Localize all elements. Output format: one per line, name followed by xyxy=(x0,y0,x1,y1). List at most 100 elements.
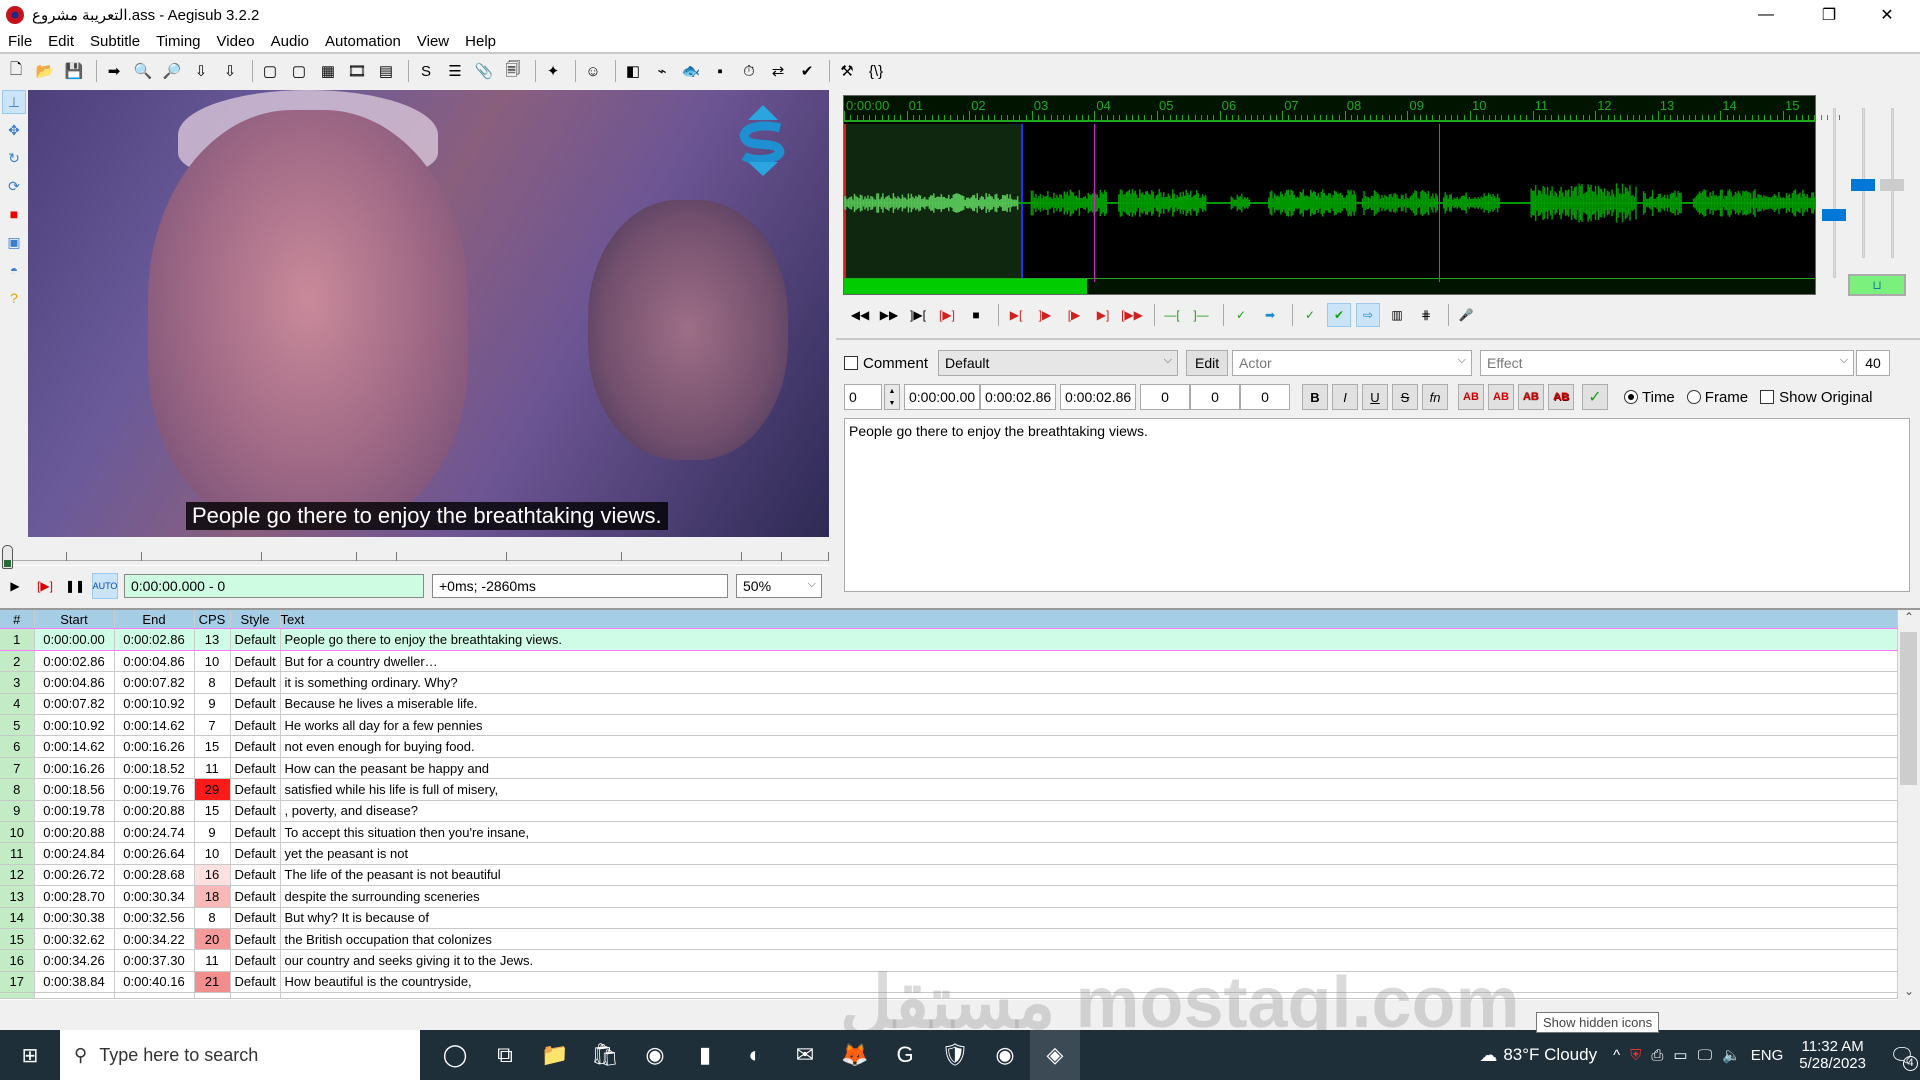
scroll-down-icon[interactable]: ⌄ xyxy=(1898,984,1920,998)
seek-track[interactable] xyxy=(6,552,829,566)
column-header-number[interactable]: # xyxy=(0,610,35,629)
menu-automation[interactable]: Automation xyxy=(317,33,409,50)
attachments-icon[interactable]: 📎 xyxy=(472,59,496,83)
autoscroll-video-button[interactable]: AUTO xyxy=(92,573,118,599)
jump-to-icon[interactable]: ➡ xyxy=(102,59,126,83)
spectrum-icon[interactable]: ▥ xyxy=(1385,303,1409,327)
assistant-icon[interactable]: ☺ xyxy=(581,59,605,83)
taskbar-search[interactable]: ⚲ Type here to search xyxy=(60,1030,420,1080)
slider-thumb[interactable] xyxy=(1880,179,1904,191)
chrome-icon[interactable]: ◉ xyxy=(630,1030,680,1080)
notifications-button[interactable]: 🗨 4 xyxy=(1884,1037,1920,1073)
video-details-icon[interactable]: ▦ xyxy=(316,59,340,83)
style-select[interactable]: Default ⌵ xyxy=(938,350,1179,376)
video-zoom-select[interactable]: 50% ⌵ xyxy=(736,574,822,598)
vertical-zoom-slider[interactable] xyxy=(1851,108,1875,258)
effect-field[interactable]: Effect ⌵ xyxy=(1480,350,1855,376)
audio-scrollbar-thumb[interactable] xyxy=(844,279,1088,294)
margin-left-field[interactable]: 0 xyxy=(1140,384,1190,410)
file-explorer-icon[interactable]: 📁 xyxy=(530,1030,580,1080)
network-icon[interactable]: 🖵 xyxy=(1698,1047,1712,1064)
menu-audio[interactable]: Audio xyxy=(263,33,317,50)
menu-help[interactable]: Help xyxy=(457,33,504,50)
karaoke-icon[interactable]: 🎤 xyxy=(1454,303,1478,327)
restore-button[interactable]: ❐ xyxy=(1800,0,1858,30)
help-icon[interactable]: ? xyxy=(2,286,26,310)
subtitle-text-editor[interactable]: People go there to enjoy the breathtakin… xyxy=(844,418,1910,592)
comment-checkbox[interactable] xyxy=(844,356,858,370)
automation-icon[interactable]: ✦ xyxy=(541,59,565,83)
play-line-button[interactable]: [▶] xyxy=(30,575,60,597)
play-to-end-icon[interactable]: [▶▶ xyxy=(1120,303,1144,327)
table-row[interactable]: 5 0:00:10.92 0:00:14.62 7 Default He works al… xyxy=(0,714,1898,737)
menu-subtitle[interactable]: Subtitle xyxy=(82,33,148,50)
vector-clip-tool-icon[interactable]: ◓ xyxy=(2,258,26,282)
layer-field[interactable]: 0 xyxy=(844,384,882,410)
video-keyframes-icon[interactable]: ⋕ xyxy=(1414,303,1438,327)
play-before-start-icon[interactable]: ▶[ xyxy=(1004,303,1028,327)
start-time-field[interactable]: 0:00:00.00 xyxy=(904,384,980,410)
strikeout-button[interactable]: S xyxy=(1392,384,1418,410)
play-button[interactable]: ▶ xyxy=(4,575,26,597)
table-row[interactable]: 2 0:00:02.86 0:00:04.86 10 Default But for a … xyxy=(0,650,1898,673)
scroll-up-icon[interactable]: ⌃ xyxy=(1898,610,1920,624)
video-seek-bar[interactable] xyxy=(0,542,830,572)
select-icon[interactable]: ▪ xyxy=(708,59,732,83)
commit-icon[interactable]: ✓ xyxy=(1229,303,1253,327)
standard-tool-icon[interactable]: ⊥ xyxy=(2,90,26,114)
start-button[interactable]: ⊞ xyxy=(0,1030,60,1080)
grid-scrollbar-thumb[interactable] xyxy=(1900,632,1917,785)
slider-thumb[interactable] xyxy=(1851,179,1875,191)
menu-timing[interactable]: Timing xyxy=(148,33,208,50)
chrome-2-icon[interactable]: ◉ xyxy=(980,1030,1030,1080)
film-icon[interactable]: 🎞 xyxy=(345,59,369,83)
table-row[interactable]: 6 0:00:14.62 0:00:16.26 15 Default not even e… xyxy=(0,735,1898,758)
styles-manager-icon[interactable]: S xyxy=(414,59,438,83)
table-row[interactable]: 12 0:00:26.72 0:00:28.68 16 Default The life … xyxy=(0,864,1898,887)
column-header-cps[interactable]: CPS xyxy=(194,610,231,629)
actor-field[interactable]: Actor ⌵ xyxy=(1232,350,1473,376)
video-display[interactable]: People go there to enjoy the breathtakin… xyxy=(28,90,829,537)
lead-in-icon[interactable]: —[ xyxy=(1160,303,1184,327)
menu-view[interactable]: View xyxy=(409,33,457,50)
task-view-icon[interactable]: ⧉ xyxy=(480,1030,530,1080)
time-radio[interactable] xyxy=(1624,390,1638,404)
secondary-color-button[interactable]: AB xyxy=(1488,384,1514,410)
rotate-z-tool-icon[interactable]: ↻ xyxy=(2,146,26,170)
shadow-color-button[interactable]: AB xyxy=(1548,384,1574,410)
meet-now-icon[interactable]: ⎙ xyxy=(1651,1047,1663,1064)
primary-color-button[interactable]: AB xyxy=(1458,384,1484,410)
menu-file[interactable]: File xyxy=(0,33,40,50)
volume-slider[interactable] xyxy=(1880,108,1904,258)
fonts-collector-icon[interactable]: 🗐 xyxy=(501,59,525,83)
options-icon[interactable]: ⚒ xyxy=(835,59,859,83)
clip-tool-icon[interactable]: ▣ xyxy=(2,230,26,254)
translation-icon[interactable]: ⇄ xyxy=(766,59,790,83)
slider-thumb[interactable] xyxy=(1822,209,1846,221)
snap-end-icon[interactable]: ▢ xyxy=(287,59,311,83)
set-end-video-icon[interactable]: ⇩ xyxy=(218,59,242,83)
kanji-timer-icon[interactable]: 🐟 xyxy=(679,59,703,83)
table-row[interactable]: 9 0:00:19.78 0:00:20.88 15 Default, poverty,… xyxy=(0,800,1898,823)
table-row[interactable]: 7 0:00:16.26 0:00:18.52 11 Default How can th… xyxy=(0,757,1898,780)
auto-next-icon[interactable]: ✔ xyxy=(1327,303,1351,327)
office-icon[interactable]: ▮ xyxy=(680,1030,730,1080)
menu-video[interactable]: Video xyxy=(209,33,263,50)
audio-scrollbar[interactable] xyxy=(844,278,1815,294)
stop-icon[interactable]: ■ xyxy=(964,303,988,327)
aegisub-icon[interactable]: ◈ xyxy=(1030,1030,1080,1080)
margin-right-field[interactable]: 0 xyxy=(1190,384,1240,410)
commit-button[interactable]: ✓ xyxy=(1582,384,1608,410)
play-line-icon[interactable]: [▶] xyxy=(935,303,959,327)
rotate-xy-tool-icon[interactable]: ⟳ xyxy=(2,174,26,198)
play-after-end-icon[interactable]: ▶] xyxy=(1091,303,1115,327)
spellcheck-icon[interactable]: ✔ xyxy=(795,59,819,83)
table-row[interactable]: 4 0:00:07.82 0:00:10.92 9 Default Because he … xyxy=(0,693,1898,716)
resample-icon[interactable]: ◧ xyxy=(621,59,645,83)
bold-button[interactable]: B xyxy=(1302,384,1328,410)
end-time-field[interactable]: 0:00:02.86 xyxy=(980,384,1056,410)
shift-times-icon[interactable]: ⏱ xyxy=(737,59,761,83)
play-after-start-icon[interactable]: ]▶ xyxy=(1033,303,1057,327)
column-header-end[interactable]: End xyxy=(114,610,195,629)
font-button[interactable]: fn xyxy=(1422,384,1448,410)
